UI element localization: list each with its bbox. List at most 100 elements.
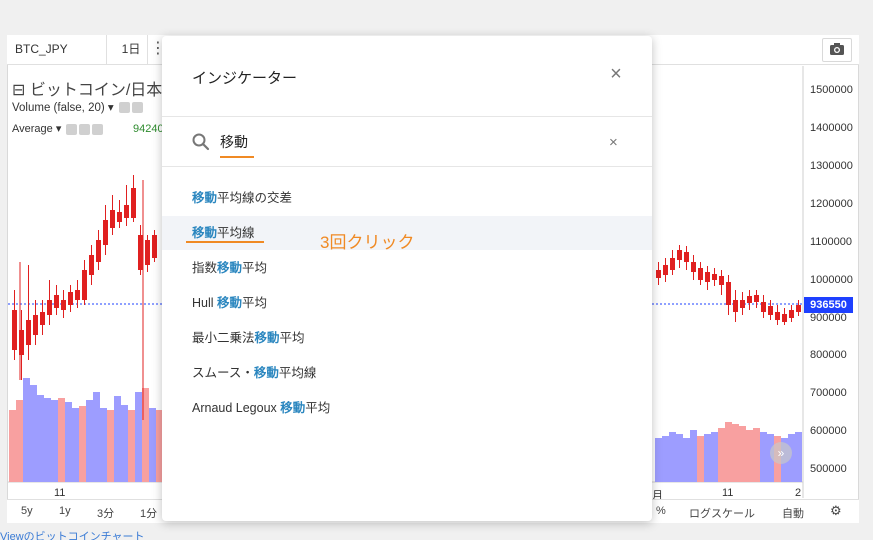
candle-body (754, 295, 759, 302)
average-legend-label: Average ▾ (12, 123, 62, 135)
volume-bar (683, 438, 690, 482)
candle-body (712, 274, 717, 280)
candle-body (26, 320, 31, 345)
candle-body (12, 310, 17, 350)
candle-body (726, 282, 731, 305)
indicator-result-item[interactable]: スムース・移動平均線 (162, 356, 652, 390)
volume-legend[interactable]: Volume (false, 20) ▾ (12, 100, 143, 114)
candle-body (40, 312, 45, 325)
close-icon[interactable] (92, 123, 104, 135)
candle-body (719, 276, 724, 285)
price-tick: 1500000 (810, 84, 853, 96)
candle-body (656, 270, 661, 278)
candle-body (47, 300, 52, 315)
candle-body (691, 262, 696, 272)
candle-body (740, 300, 745, 308)
volume-bar (58, 398, 65, 482)
price-tick: 700000 (810, 387, 847, 399)
tradingview-window: { "toolbar": { "symbol": "BTC_JPY", "int… (0, 0, 873, 540)
result-prefix: 指数 (192, 261, 218, 275)
candle-body (75, 290, 80, 300)
time-tick: 2 (795, 487, 802, 499)
auto-scale-toggle[interactable]: 自動 (782, 505, 804, 521)
footer-link[interactable]: Viewのビットコインチャート (0, 528, 145, 540)
clear-search-icon[interactable]: × (609, 134, 618, 151)
volume-bar (655, 438, 662, 482)
scroll-right-button[interactable]: » (770, 442, 792, 464)
gear-icon[interactable] (79, 123, 91, 135)
volume-bar (9, 410, 16, 482)
time-tick: 11 (54, 487, 66, 499)
percent-toggle[interactable]: % (656, 505, 666, 517)
range-1m-button[interactable]: 1分 (140, 505, 157, 521)
result-suffix: 平均線 (217, 226, 255, 240)
price-tick: 900000 (810, 312, 847, 324)
indicator-result-item[interactable]: Arnaud Legoux 移動平均 (162, 391, 652, 425)
volume-bar (697, 436, 704, 482)
result-highlight: 移動 (280, 401, 306, 415)
range-5y-button[interactable]: 5y (21, 505, 33, 517)
candle-body (117, 212, 122, 222)
range-3m-button[interactable]: 3分 (97, 505, 114, 521)
candle-body (782, 314, 787, 322)
indicator-result-item[interactable]: 移動平均線の交差 (162, 181, 652, 215)
eye-icon[interactable] (118, 102, 130, 114)
price-tick: 1100000 (810, 236, 853, 248)
candle-body (677, 250, 682, 260)
divider (162, 166, 652, 167)
volume-bar (718, 428, 725, 482)
eye-icon[interactable] (66, 123, 78, 135)
volume-bar (795, 432, 802, 482)
result-suffix: 平均線の交差 (217, 191, 293, 205)
candle-body (145, 240, 150, 265)
candle-body (684, 252, 689, 262)
candle-body (670, 258, 675, 270)
range-1y-button[interactable]: 1y (59, 505, 71, 517)
candle-body (103, 220, 108, 245)
candle-body (82, 270, 87, 300)
log-scale-toggle[interactable]: ログスケール (689, 505, 755, 521)
candle-body (768, 306, 773, 315)
result-suffix: 平均線 (278, 366, 317, 380)
price-tick: 1200000 (810, 198, 853, 210)
indicator-result-item[interactable]: Hull 移動平均 (162, 286, 652, 320)
indicator-result-item[interactable]: 最小二乗法移動平均 (162, 321, 652, 355)
price-tick: 1400000 (810, 122, 853, 134)
result-suffix: 平均 (242, 296, 268, 310)
interval-selector[interactable]: 1日 (115, 35, 148, 64)
candle-body (796, 305, 801, 312)
volume-bar (114, 396, 121, 482)
dialog-title: インジケーター (192, 70, 298, 87)
volume-bar (37, 395, 44, 482)
result-highlight: 移動 (254, 331, 280, 345)
volume-bar (107, 410, 114, 482)
search-input[interactable] (220, 132, 580, 152)
volume-bar (746, 430, 753, 482)
close-icon[interactable]: × (606, 64, 626, 84)
price-tick: 500000 (810, 463, 847, 475)
result-highlight: 移動 (253, 366, 279, 380)
camera-icon[interactable] (822, 38, 852, 62)
time-tick: 11 (722, 487, 734, 499)
average-legend[interactable]: Average ▾ (12, 122, 104, 135)
result-highlight: 移動 (192, 191, 218, 205)
candle-body (775, 312, 780, 320)
divider (162, 116, 652, 117)
result-prefix: Hull (192, 296, 218, 310)
result-highlight: 移動 (192, 226, 218, 240)
indicator-result-item[interactable]: 指数移動平均 (162, 251, 652, 285)
candle-body (124, 205, 129, 218)
candle-body (110, 210, 115, 228)
chart-title: ⊟ ビットコイン/日本 (12, 82, 163, 99)
annotation-underline (186, 241, 264, 243)
symbol-search[interactable]: BTC_JPY (7, 35, 107, 64)
volume-bar (65, 402, 72, 482)
volume-bar (44, 398, 51, 482)
candle-body (663, 265, 668, 275)
gear-icon[interactable]: ⚙ (830, 503, 842, 519)
gear-icon[interactable] (131, 102, 143, 114)
result-highlight: 移動 (217, 296, 243, 310)
candle-body (733, 300, 738, 312)
volume-legend-label: Volume (false, 20) ▾ (12, 102, 114, 114)
candle-body (761, 302, 766, 312)
